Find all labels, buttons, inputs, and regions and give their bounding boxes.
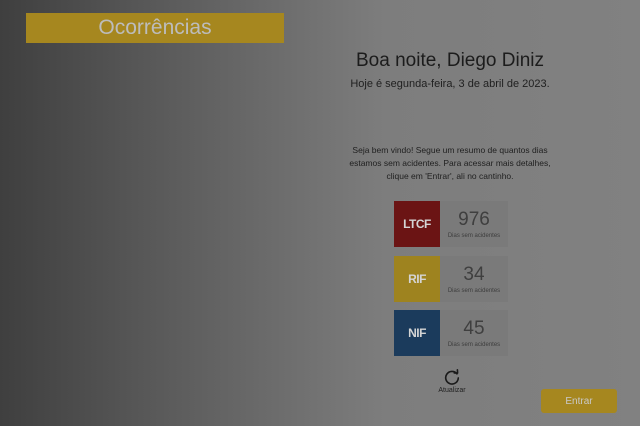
stat-count: 34 — [463, 263, 485, 285]
stat-card-ltcf: LTCF 976 Dias sem acidentes — [394, 201, 508, 247]
enter-button[interactable]: Entrar — [541, 389, 617, 413]
stat-body: 45 Dias sem acidentes — [440, 310, 508, 356]
greeting-text: Boa noite, Diego Diniz — [356, 50, 544, 71]
stat-code-badge: LTCF — [394, 201, 440, 247]
refresh-label[interactable]: Atualizar — [432, 387, 472, 394]
stat-code-badge: NIF — [394, 310, 440, 356]
stat-count: 45 — [463, 317, 485, 339]
stat-body: 34 Dias sem acidentes — [440, 256, 508, 302]
refresh-icon[interactable] — [443, 368, 461, 386]
stat-body: 976 Dias sem acidentes — [440, 201, 508, 247]
stat-count: 976 — [458, 208, 490, 230]
stat-card-rif: RIF 34 Dias sem acidentes — [394, 256, 508, 302]
stat-caption: Dias sem acidentes — [447, 341, 501, 348]
refresh-button[interactable]: Atualizar — [432, 368, 472, 394]
page-title-banner: Ocorrências — [26, 13, 284, 43]
stat-caption: Dias sem acidentes — [447, 287, 501, 294]
stat-caption: Dias sem acidentes — [447, 232, 501, 239]
page-title: Ocorrências — [98, 16, 212, 39]
stat-code-badge: RIF — [394, 256, 440, 302]
stat-card-nif: NIF 45 Dias sem acidentes — [394, 310, 508, 356]
intro-text: Seja bem vindo! Segue um resumo de quant… — [349, 145, 551, 181]
current-date: Hoje é segunda-feira, 3 de abril de 2023… — [350, 78, 550, 90]
